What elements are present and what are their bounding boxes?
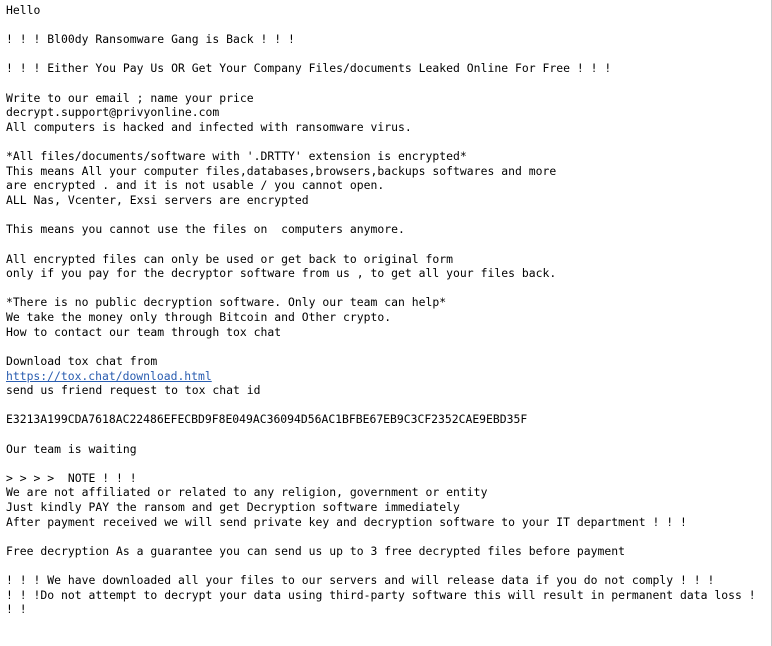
free-decryption-line: Free decryption As a guarantee you can s… <box>6 543 625 558</box>
download-intro-line: Download tox chat from <box>6 353 158 368</box>
recovery-line-2: only if you pay for the decryptor softwa… <box>6 266 557 281</box>
waiting-line: Our team is waiting <box>6 441 137 456</box>
note-line-2: Just kindly PAY the ransom and get Decry… <box>6 500 460 515</box>
exfiltration-warning-line: ! ! ! We have downloaded all your files … <box>6 573 715 588</box>
gang-headline: ! ! ! Bl00dy Ransomware Gang is Back ! !… <box>6 32 295 47</box>
recovery-line-1: All encrypted files can only be used or … <box>6 251 454 266</box>
contact-method-line: How to contact our team through tox chat <box>6 324 282 339</box>
tox-chat-id[interactable]: E3213A199CDA7618AC22486EFECBD9F8E049AC36… <box>6 412 766 427</box>
greeting-line: Hello <box>6 3 41 17</box>
ransom-note-text-body: Hello ! ! ! Bl00dy Ransomware Gang is Ba… <box>0 0 766 617</box>
note-header: > > > > NOTE ! ! ! <box>6 470 137 485</box>
contact-intro-line: Write to our email ; name your price <box>6 90 254 105</box>
infection-statement: All computers is hacked and infected wit… <box>6 119 412 134</box>
note-line-1: We are not affiliated or related to any … <box>6 485 488 500</box>
contact-email[interactable]: decrypt.support@privyonline.com <box>6 105 766 120</box>
unusable-statement: This means you cannot use the files on c… <box>6 222 405 237</box>
note-line-3: After payment received we will send priv… <box>6 514 687 529</box>
tox-download-link[interactable]: https://tox.chat/download.html <box>6 369 212 384</box>
no-public-decryptor-line: *There is no public decryption software.… <box>6 295 447 310</box>
payment-method-line: We take the money only through Bitcoin a… <box>6 310 392 325</box>
third-party-warning-line: ! ! !Do not attempt to decrypt your data… <box>6 587 763 617</box>
encryption-extension-line: *All files/documents/software with '.DRT… <box>6 149 467 164</box>
encryption-servers-line: ALL Nas, Vcenter, Exsi servers are encry… <box>6 193 309 208</box>
ransom-note-window: Hello ! ! ! Bl00dy Ransomware Gang is Ba… <box>0 0 772 646</box>
encryption-scope-line-2: are encrypted . and it is not usable / y… <box>6 178 385 193</box>
threat-headline: ! ! ! Either You Pay Us OR Get Your Comp… <box>6 61 612 76</box>
encryption-scope-line-1: This means All your computer files,datab… <box>6 163 557 178</box>
friend-request-line: send us friend request to tox chat id <box>6 383 261 398</box>
